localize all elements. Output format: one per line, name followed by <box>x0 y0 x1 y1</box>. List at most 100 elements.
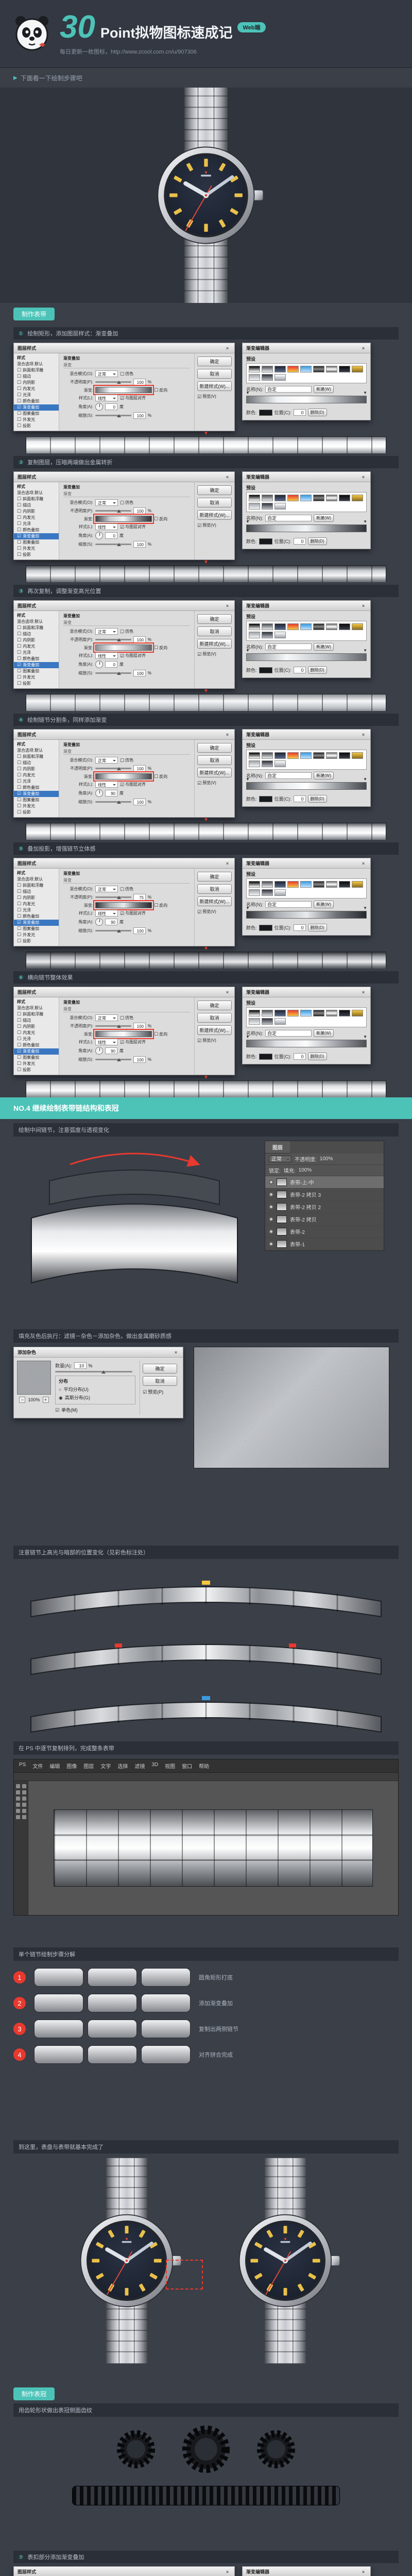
menu-item[interactable]: 滤镜 <box>134 1762 145 1770</box>
dialog-titlebar[interactable]: 图层样式 × <box>14 858 234 869</box>
gradient-preset-swatch[interactable] <box>274 503 286 510</box>
gradient-preset-swatch[interactable] <box>352 881 363 888</box>
dialog-titlebar[interactable]: 渐变编辑器 × <box>243 987 370 997</box>
gradient-preset-swatch[interactable] <box>326 366 337 372</box>
opacity-value[interactable]: 100% <box>320 1156 333 1162</box>
style-list-item[interactable]: ☐ 外发光 <box>14 932 59 938</box>
close-icon[interactable]: × <box>224 861 231 866</box>
stop-color-swatch[interactable] <box>259 667 272 673</box>
angle-value[interactable]: 90 <box>105 790 117 796</box>
gradient-preset-swatch[interactable] <box>274 760 286 767</box>
gradient-name-field[interactable]: 自定 <box>265 1030 312 1037</box>
style-checkbox[interactable]: ☐ <box>17 643 21 650</box>
style-checkbox[interactable]: ☐ <box>17 668 21 674</box>
opacity-stop-marker[interactable]: ▼ <box>246 1035 250 1039</box>
blend-mode-select[interactable]: 正常 <box>95 370 118 377</box>
style-list-item[interactable]: ☐ 斜面和浮雕 <box>14 754 59 760</box>
angle-dial[interactable] <box>95 1047 103 1055</box>
gradient-preset-swatch[interactable] <box>274 889 286 896</box>
gradient-preset-swatch[interactable] <box>352 1010 363 1016</box>
style-checkbox[interactable]: ☐ <box>17 883 21 889</box>
delete-stop-button[interactable]: 删除(D) <box>307 537 327 545</box>
style-list-item[interactable]: ☐ 外发光 <box>14 546 59 552</box>
style-list-item[interactable]: ☐ 投影 <box>14 809 59 816</box>
style-checkbox[interactable]: ☐ <box>17 417 21 423</box>
style-checkbox[interactable]: ☐ <box>17 656 21 662</box>
stop-color-swatch[interactable] <box>259 409 272 416</box>
style-list-item[interactable]: ☐ 斜面和浮雕 <box>14 496 59 502</box>
dialog-titlebar[interactable]: 图层样式 × <box>14 343 234 353</box>
angle-dial[interactable] <box>95 532 103 539</box>
style-list-item[interactable]: ☐ 斜面和浮雕 <box>14 883 59 889</box>
gradient-preset-swatch[interactable] <box>352 623 363 630</box>
menu-item[interactable]: 文件 <box>32 1762 43 1770</box>
style-list-item[interactable]: ☐ 光泽 <box>14 650 59 656</box>
scale-value[interactable]: 100 <box>133 927 146 934</box>
style-checkbox[interactable]: ☐ <box>17 901 21 907</box>
gradient-preset-swatch[interactable] <box>326 623 337 630</box>
scale-value[interactable]: 100 <box>133 799 146 805</box>
style-list-item[interactable]: ☑ 渐变叠加 <box>14 533 59 539</box>
new-gradient-button[interactable]: 新建(W) <box>314 385 334 393</box>
blend-mode-select[interactable]: 正常 <box>95 886 118 892</box>
style-checkbox[interactable]: ☐ <box>17 938 21 944</box>
reverse-checkbox[interactable]: ☐ 反向 <box>154 1031 167 1037</box>
style-checkbox[interactable]: ☐ <box>17 1024 21 1030</box>
gradient-swatch[interactable] <box>93 642 154 653</box>
gradient-style-select[interactable]: 线性 <box>95 1039 118 1045</box>
stop-location-value[interactable]: 0 <box>293 538 306 545</box>
style-list-item[interactable]: ☐ 斜面和浮雕 <box>14 367 59 374</box>
author-link[interactable]: 每日更新一枚图标，http://www.zcool.com.cn/u/90730… <box>60 47 266 56</box>
close-icon[interactable]: × <box>224 732 231 737</box>
style-checkbox[interactable]: ☐ <box>17 509 21 515</box>
tool-icon[interactable] <box>22 1784 26 1788</box>
gradient-preset-swatch[interactable] <box>313 752 324 759</box>
gradient-preset-swatch[interactable] <box>300 495 312 501</box>
gradient-preview-bar[interactable]: ▼ ▼ <box>246 520 367 532</box>
style-list-item[interactable]: ☐ 图案叠加 <box>14 668 59 674</box>
preview-checkbox[interactable]: ☑ 预览(V) <box>197 909 232 914</box>
opacity-slider[interactable] <box>95 1025 131 1027</box>
dialog-titlebar[interactable]: 图层样式 × <box>14 2567 234 2576</box>
stop-location-value[interactable]: 0 <box>293 795 306 802</box>
style-list-item[interactable]: ☐ 内发光 <box>14 643 59 650</box>
dither-checkbox[interactable]: ☐ 仿色 <box>120 886 133 892</box>
close-icon[interactable]: × <box>224 346 231 351</box>
opacity-stop-marker[interactable]: ▼ <box>363 649 367 653</box>
cancel-button[interactable]: 取消 <box>197 755 232 765</box>
align-checkbox[interactable]: ☑ 与图层对齐 <box>120 910 146 916</box>
style-checkbox[interactable]: ☐ <box>17 809 21 816</box>
dialog-titlebar[interactable]: 添加杂色 × <box>14 1347 183 1358</box>
style-checkbox[interactable]: ☐ <box>17 907 21 913</box>
style-checkbox[interactable]: ☑ <box>17 533 21 539</box>
gradient-style-select[interactable]: 线性 <box>95 910 118 917</box>
menu-item[interactable]: 窗口 <box>182 1762 192 1770</box>
gradient-preset-swatch[interactable] <box>249 623 260 630</box>
style-checkbox[interactable]: ☐ <box>17 913 21 920</box>
opacity-value[interactable]: 100 <box>133 765 146 772</box>
preview-checkbox[interactable]: ☑ 预览(V) <box>197 394 232 399</box>
menu-item[interactable]: 图像 <box>66 1762 77 1770</box>
style-list-item[interactable]: ☐ 颜色叠加 <box>14 913 59 920</box>
opacity-stop-marker[interactable]: ▼ <box>246 649 250 653</box>
style-list-item[interactable]: ☐ 描边 <box>14 502 59 509</box>
style-list-item[interactable]: ☑ 渐变叠加 <box>14 920 59 926</box>
gradient-preset-swatch[interactable] <box>262 752 273 759</box>
style-list-item[interactable]: ☐ 外发光 <box>14 417 59 423</box>
angle-dial[interactable] <box>95 403 103 411</box>
style-list-item[interactable]: ☐ 颜色叠加 <box>14 656 59 662</box>
style-list-item[interactable]: ☐ 外发光 <box>14 674 59 681</box>
style-checkbox[interactable]: ☐ <box>17 1011 21 1018</box>
amount-value[interactable]: 10 <box>74 1362 87 1369</box>
style-checkbox[interactable]: ☐ <box>17 380 21 386</box>
visibility-eye-icon[interactable] <box>269 1180 273 1184</box>
opacity-stop-marker[interactable]: ▼ <box>246 520 250 524</box>
style-list-item[interactable]: ☐ 内发光 <box>14 901 59 907</box>
layer-row[interactable]: 表带-2 拷贝 <box>265 1213 384 1226</box>
gradient-swatch[interactable] <box>93 771 154 782</box>
close-icon[interactable]: × <box>224 474 231 480</box>
close-icon[interactable]: × <box>360 474 367 480</box>
angle-value[interactable]: 90 <box>105 919 117 925</box>
gradient-preset-swatch[interactable] <box>339 623 350 630</box>
style-checkbox[interactable]: ☐ <box>17 1036 21 1042</box>
